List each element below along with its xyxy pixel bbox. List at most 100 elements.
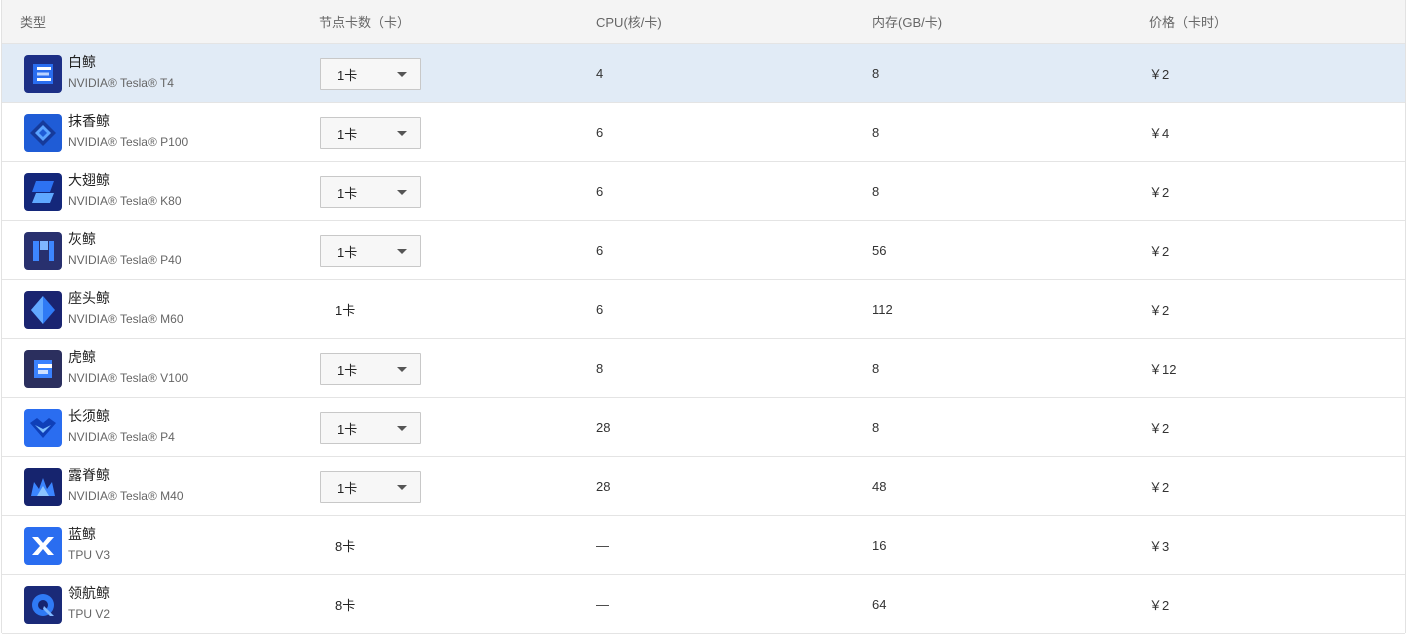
table-row[interactable]: 长须鲸 NVIDIA® Tesla® P4 1卡 28 8 ￥2 [2, 398, 1405, 457]
gpu-name: 座头鲸 [68, 290, 110, 306]
gpu-name: 露脊鲸 [68, 467, 110, 483]
card-count-select[interactable]: 1卡 [320, 353, 421, 385]
price-value: ￥2 [1149, 66, 1170, 82]
card-count-select[interactable]: 1卡 [320, 176, 421, 208]
gpu-model: NVIDIA® Tesla® P4 [68, 430, 175, 444]
gpu-type: 大翅鲸 NVIDIA® Tesla® K80 [68, 171, 182, 209]
gpu-type: 露脊鲸 NVIDIA® Tesla® M40 [68, 466, 184, 504]
header-price: 价格（卡时） [1149, 15, 1228, 30]
chevron-down-icon [397, 485, 407, 490]
cpu-value: 6 [596, 183, 604, 199]
gpu-type: 领航鲸 TPU V2 [68, 584, 110, 622]
cpu-value: 8 [596, 360, 604, 376]
card-count-select[interactable]: 1卡 [320, 58, 421, 90]
table-header: 类型 节点卡数（卡） CPU(核/卡) 内存(GB/卡) 价格（卡时） [2, 0, 1405, 44]
huijing-icon [24, 232, 62, 270]
changxujing-icon [24, 409, 62, 447]
price-value: ￥2 [1149, 302, 1170, 318]
table-row[interactable]: 抹香鲸 NVIDIA® Tesla® P100 1卡 6 8 ￥4 [2, 103, 1405, 162]
table-row[interactable]: 大翅鲸 NVIDIA® Tesla® K80 1卡 6 8 ￥2 [2, 162, 1405, 221]
table-row[interactable]: 虎鲸 NVIDIA® Tesla® V100 1卡 8 8 ￥12 [2, 339, 1405, 398]
cpu-value: 28 [596, 419, 611, 435]
price-value: ￥2 [1149, 420, 1170, 436]
chevron-down-icon [397, 72, 407, 77]
gpu-type: 白鲸 NVIDIA® Tesla® T4 [68, 53, 174, 91]
gpu-model: NVIDIA® Tesla® P40 [68, 253, 182, 267]
price-value: ￥2 [1149, 184, 1170, 200]
card-count-value: 1卡 [337, 126, 358, 142]
gpu-spec-table: 类型 节点卡数（卡） CPU(核/卡) 内存(GB/卡) 价格（卡时） 白鲸 NV… [1, 0, 1406, 634]
lanjing-icon [24, 527, 62, 565]
cpu-value: — [596, 537, 609, 553]
price-value: ￥2 [1149, 243, 1170, 259]
memory-value: 56 [872, 242, 887, 258]
chevron-down-icon [397, 367, 407, 372]
cpu-value: 4 [596, 65, 604, 81]
gpu-model: TPU V2 [68, 607, 111, 621]
table-row[interactable]: 蓝鲸 TPU V3 8卡 — 16 ￥3 [2, 516, 1405, 575]
card-count-value: 1卡 [337, 67, 358, 83]
card-count-value: 8卡 [335, 538, 356, 554]
table-row[interactable]: 座头鲸 NVIDIA® Tesla® M60 1卡 6 112 ￥2 [2, 280, 1405, 339]
table-row[interactable]: 露脊鲸 NVIDIA® Tesla® M40 1卡 28 48 ￥2 [2, 457, 1405, 516]
card-count-value: 1卡 [337, 480, 358, 496]
card-count-value: 8卡 [335, 597, 356, 613]
table-row[interactable]: 白鲸 NVIDIA® Tesla® T4 1卡 4 8 ￥2 [2, 44, 1405, 103]
card-count-select[interactable]: 1卡 [320, 412, 421, 444]
gpu-model: TPU V3 [68, 548, 111, 562]
cpu-value: 6 [596, 124, 604, 140]
memory-value: 8 [872, 360, 880, 376]
memory-value: 8 [872, 124, 880, 140]
card-count-value: 1卡 [337, 185, 358, 201]
memory-value: 8 [872, 65, 880, 81]
dachijing-icon [24, 173, 62, 211]
gpu-type: 座头鲸 NVIDIA® Tesla® M60 [68, 289, 184, 327]
gpu-name: 长须鲸 [68, 408, 110, 424]
gpu-name: 领航鲸 [68, 585, 110, 601]
memory-value: 64 [872, 596, 887, 612]
table-row[interactable]: 领航鲸 TPU V2 8卡 — 64 ￥2 [2, 575, 1405, 634]
price-value: ￥4 [1149, 125, 1170, 141]
chevron-down-icon [397, 426, 407, 431]
card-count-value: 1卡 [337, 244, 358, 260]
gpu-model: NVIDIA® Tesla® P100 [68, 135, 189, 149]
gpu-name: 抹香鲸 [68, 113, 110, 129]
gpu-type: 蓝鲸 TPU V3 [68, 525, 110, 563]
gpu-name: 白鲸 [68, 54, 96, 70]
memory-value: 112 [872, 301, 893, 317]
linghangjing-icon [24, 586, 62, 624]
gpu-name: 灰鲸 [68, 231, 96, 247]
card-count-value: 1卡 [337, 362, 358, 378]
gpu-model: NVIDIA® Tesla® K80 [68, 194, 182, 208]
price-value: ￥2 [1149, 479, 1170, 495]
moxiangjing-icon [24, 114, 62, 152]
header-cpu: CPU(核/卡) [596, 15, 662, 30]
chevron-down-icon [397, 190, 407, 195]
price-value: ￥3 [1149, 538, 1170, 554]
lujijing-icon [24, 468, 62, 506]
gpu-model: NVIDIA® Tesla® M40 [68, 489, 184, 503]
cpu-value: — [596, 596, 609, 612]
cpu-value: 6 [596, 242, 604, 258]
header-cards: 节点卡数（卡） [319, 15, 411, 30]
chevron-down-icon [397, 249, 407, 254]
gpu-type: 抹香鲸 NVIDIA® Tesla® P100 [68, 112, 188, 150]
gpu-type: 虎鲸 NVIDIA® Tesla® V100 [68, 348, 188, 386]
gpu-type: 灰鲸 NVIDIA® Tesla® P40 [68, 230, 182, 268]
gpu-model: NVIDIA® Tesla® T4 [68, 76, 174, 90]
header-memory: 内存(GB/卡) [872, 15, 943, 30]
chevron-down-icon [397, 131, 407, 136]
card-count-select[interactable]: 1卡 [320, 117, 421, 149]
gpu-name: 蓝鲸 [68, 526, 96, 542]
cpu-value: 28 [596, 478, 611, 494]
card-count-select[interactable]: 1卡 [320, 235, 421, 267]
gpu-name: 大翅鲸 [68, 172, 110, 188]
memory-value: 8 [872, 419, 880, 435]
gpu-name: 虎鲸 [68, 349, 96, 365]
memory-value: 48 [872, 478, 887, 494]
card-count-select[interactable]: 1卡 [320, 471, 421, 503]
table-row[interactable]: 灰鲸 NVIDIA® Tesla® P40 1卡 6 56 ￥2 [2, 221, 1405, 280]
price-value: ￥12 [1149, 361, 1177, 377]
gpu-model: NVIDIA® Tesla® V100 [68, 371, 189, 385]
zuotoujing-icon [24, 291, 62, 329]
